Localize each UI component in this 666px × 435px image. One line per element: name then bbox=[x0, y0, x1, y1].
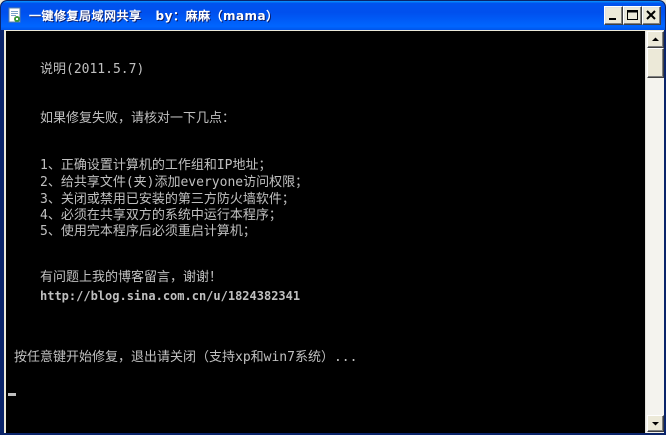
maximize-icon bbox=[627, 10, 638, 20]
text-cursor bbox=[8, 393, 16, 396]
scroll-up-button[interactable] bbox=[647, 31, 664, 48]
vertical-scrollbar[interactable] bbox=[645, 31, 664, 433]
minimize-button[interactable] bbox=[604, 6, 623, 25]
arrow-down-icon bbox=[652, 422, 659, 426]
console-output[interactable]: 说明(2011.5.7) 如果修复失败，请核对一下几点： 1、正确设置计算机的工… bbox=[6, 31, 645, 433]
console-line-item-4: 4、必须在共享双方的系统中运行本程序； bbox=[40, 208, 282, 223]
window-title: 一键修复局域网共享 by：麻麻（mama） bbox=[29, 9, 279, 23]
console-app-icon[interactable] bbox=[7, 7, 23, 23]
maximize-button[interactable] bbox=[623, 6, 642, 25]
console-line-intro: 如果修复失败，请核对一下几点： bbox=[40, 111, 236, 126]
console-line-item-5: 5、使用完本程序后必须重启计算机； bbox=[40, 224, 256, 239]
console-window: 一键修复局域网共享 by：麻麻（mama） 说明(2011.5.7) 如果修复失… bbox=[0, 0, 666, 435]
console-line-contact: 有问题上我的博客留言，谢谢！ bbox=[40, 270, 223, 285]
arrow-up-icon bbox=[652, 37, 659, 41]
close-button[interactable] bbox=[642, 6, 661, 25]
scroll-down-button[interactable] bbox=[647, 415, 664, 432]
console-line-heading: 说明(2011.5.7) bbox=[40, 62, 145, 77]
close-icon bbox=[646, 10, 656, 20]
minimize-icon bbox=[609, 18, 616, 20]
console-line-item-1: 1、正确设置计算机的工作组和IP地址； bbox=[40, 158, 272, 173]
console-line-blog-url: http://blog.sina.com.cn/u/1824382341 bbox=[40, 289, 301, 303]
console-line-item-3: 3、关闭或禁用已安装的第三方防火墙软件； bbox=[40, 192, 295, 207]
window-frame: 说明(2011.5.7) 如果修复失败，请核对一下几点： 1、正确设置计算机的工… bbox=[4, 30, 664, 433]
console-line-item-2: 2、给共享文件(夹)添加everyone访问权限； bbox=[40, 175, 309, 190]
scroll-thumb[interactable] bbox=[647, 48, 664, 78]
console-line-prompt: 按任意键开始修复，退出请关闭（支持xp和win7系统）... bbox=[14, 350, 358, 365]
title-bar[interactable]: 一键修复局域网共享 by：麻麻（mama） bbox=[1, 1, 665, 30]
